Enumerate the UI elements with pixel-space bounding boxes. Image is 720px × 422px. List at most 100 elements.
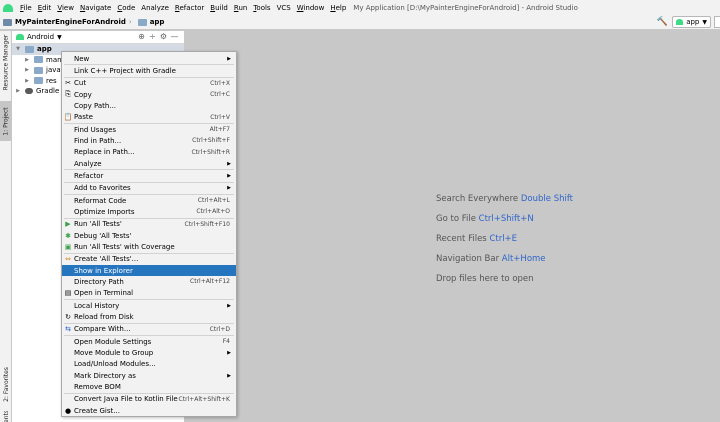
chevron-right-icon[interactable]: ▶ — [23, 67, 31, 73]
menu-item-load-unload-modules[interactable]: Load/Unload Modules... — [62, 359, 236, 370]
debug-icon: ✱ — [65, 231, 71, 240]
menu-item-directory-path[interactable]: Directory Path Ctrl+Alt+F12 — [62, 276, 236, 287]
menu-item-label: Reload from Disk — [74, 312, 134, 321]
menu-item-reload-from-disk[interactable]: ↻ Reload from Disk — [62, 311, 236, 322]
folder-icon — [34, 56, 43, 64]
menu-item-create-all-tests[interactable]: ⇔ Create 'All Tests'... — [62, 254, 236, 265]
submenu-arrow-icon: ▶ — [227, 172, 231, 179]
breadcrumb-module[interactable]: app — [135, 18, 164, 26]
run-config-selector[interactable]: app ▼ — [672, 16, 711, 28]
menu-item-label: Find Usages — [74, 125, 117, 134]
tree-item-label: app — [37, 45, 52, 54]
menu-item-label: Find in Path... — [74, 136, 122, 145]
menu-vcs[interactable]: VCS — [274, 4, 294, 12]
chevron-right-icon[interactable]: ▶ — [23, 78, 31, 84]
menu-item-compare-with[interactable]: ⇆ Compare With... Ctrl+D — [62, 324, 236, 335]
menu-view[interactable]: View — [54, 4, 77, 12]
editor-empty-area[interactable]: Search Everywhere Double Shift Go to File… — [186, 31, 720, 422]
clipboard-icon: 📋 — [63, 113, 73, 122]
menu-label: iew — [61, 3, 74, 12]
menu-item-run-all-tests-with-coverage[interactable]: ▣ Run 'All Tests' with Coverage — [62, 241, 236, 252]
menu-item-copy[interactable]: ⎘ Copy Ctrl+C — [62, 89, 236, 100]
folder-icon — [34, 66, 43, 74]
menu-item-shortcut: Ctrl+V — [210, 113, 230, 121]
hint-text: Navigation Bar — [436, 254, 500, 264]
menu-item-label: Create 'All Tests'... — [74, 255, 139, 264]
menu-help[interactable]: Help — [327, 4, 349, 12]
menu-item-add-to-favorites[interactable]: Add to Favorites ▶ — [62, 183, 236, 194]
menu-refactor[interactable]: Refactor — [172, 4, 207, 12]
collapse-all-icon[interactable]: ÷ — [147, 32, 158, 41]
menu-item-show-in-explorer[interactable]: Show in Explorer — [62, 264, 236, 277]
menu-item-label: Run 'All Tests' — [74, 220, 122, 229]
menu-run[interactable]: Run — [231, 4, 250, 12]
menu-item-shortcut: Ctrl+Alt+O — [196, 208, 230, 216]
menu-edit[interactable]: Edit — [35, 4, 55, 12]
android-icon — [676, 19, 684, 25]
submenu-arrow-icon: ▶ — [227, 55, 231, 62]
menu-item-convert-java-file-to-kotlin-file[interactable]: Convert Java File to Kotlin File Ctrl+Alt… — [62, 394, 236, 405]
tab-structure[interactable]: ents — [0, 411, 12, 422]
hint-text: Go to File — [436, 214, 476, 224]
tab-resource-manager[interactable]: Resource Manager — [0, 33, 12, 91]
menu-item-remove-bom[interactable]: Remove BOM — [62, 381, 236, 392]
compare-icon: ⇆ — [65, 325, 71, 334]
menu-item-open-in-terminal[interactable]: ▤ Open in Terminal — [62, 288, 236, 299]
navigation-bar: MyPainterEngineForAndroid › app 🔨 app ▼ — [0, 15, 720, 30]
menu-window[interactable]: Window — [294, 4, 328, 12]
project-folder-icon — [3, 18, 12, 26]
chevron-down-icon[interactable]: ▼ — [14, 46, 22, 52]
menu-item-replace-in-path[interactable]: Replace in Path... Ctrl+Shift+R — [62, 147, 236, 158]
window-title: My Application [D:\MyPainterEngineForAnd… — [353, 3, 578, 12]
gear-icon[interactable]: ⚙ — [158, 32, 169, 41]
menu-item-new[interactable]: New ▶ — [62, 53, 236, 64]
tree-item-label: res — [46, 76, 57, 85]
breadcrumb-project[interactable]: MyPainterEngineForAndroid — [0, 18, 126, 26]
menu-item-debug-all-tests[interactable]: ✱ Debug 'All Tests' — [62, 230, 236, 241]
tab-favorites[interactable]: 2: Favorites — [0, 361, 12, 407]
menu-item-analyze[interactable]: Analyze ▶ — [62, 158, 236, 169]
chevron-right-icon[interactable]: ▶ — [14, 88, 22, 94]
menu-item-shortcut: Ctrl+C — [210, 91, 230, 99]
scroll-from-source-icon[interactable]: ⊕ — [136, 32, 147, 41]
toolbar-right: 🔨 app ▼ — [656, 16, 720, 28]
menu-item-link-c-project-with-gradle[interactable]: Link C++ Project with Gradle — [62, 65, 236, 76]
menu-item-label: Open in Terminal — [74, 289, 134, 298]
chevron-down-icon: ▼ — [702, 18, 707, 26]
menu-bar: File Edit View Navigate Code Analyze Refactor B… — [0, 0, 720, 15]
menu-file[interactable]: File — [17, 4, 35, 12]
menu-item-copy-path[interactable]: Copy Path... — [62, 100, 236, 111]
menu-item-optimize-imports[interactable]: Optimize Imports Ctrl+Alt+O — [62, 206, 236, 217]
menu-item-find-in-path[interactable]: Find in Path... Ctrl+Shift+F — [62, 135, 236, 146]
submenu-arrow-icon: ▶ — [227, 185, 231, 192]
menu-item-reformat-code[interactable]: Reformat Code Ctrl+Alt+L — [62, 195, 236, 206]
menu-analyze[interactable]: Analyze — [138, 4, 172, 12]
reload-icon: ↻ — [65, 312, 71, 321]
menu-item-run-all-tests[interactable]: ▶ Run 'All Tests' Ctrl+Shift+F10 — [62, 219, 236, 230]
menu-item-paste[interactable]: 📋 Paste Ctrl+V — [62, 112, 236, 123]
menu-item-shortcut: Ctrl+Shift+F10 — [184, 220, 230, 228]
editor-hint: Navigation Bar Alt+Home — [436, 254, 546, 264]
menu-label: ode — [122, 3, 136, 12]
menu-item-local-history[interactable]: Local History ▶ — [62, 300, 236, 311]
menu-item-open-module-settings[interactable]: Open Module Settings F4 — [62, 336, 236, 347]
menu-tools[interactable]: Tools — [250, 4, 273, 12]
menu-item-refactor[interactable]: Refactor ▶ — [62, 170, 236, 181]
chevron-down-icon[interactable]: ▼ — [57, 34, 62, 41]
menu-code[interactable]: Code — [114, 4, 138, 12]
menu-item-mark-directory-as[interactable]: Mark Directory as ▶ — [62, 370, 236, 381]
menu-item-create-gist[interactable]: ● Create Gist... — [62, 405, 236, 416]
menu-build[interactable]: Build — [207, 4, 231, 12]
menu-item-cut[interactable]: ✂ Cut Ctrl+X — [62, 78, 236, 89]
menu-navigate[interactable]: Navigate — [77, 4, 114, 12]
device-selector[interactable] — [714, 16, 720, 28]
project-view-selector[interactable]: Android — [27, 33, 54, 41]
tab-project[interactable]: 1: Project — [0, 101, 12, 141]
menu-item-label: Paste — [74, 113, 93, 122]
tab-favorites-label: 2: Favorites — [2, 366, 10, 402]
menu-item-move-module-to-group[interactable]: Move Module to Group ▶ — [62, 347, 236, 358]
hide-icon[interactable]: — — [169, 32, 180, 41]
hammer-icon[interactable]: 🔨 — [656, 16, 668, 28]
menu-item-find-usages[interactable]: Find Usages Alt+F7 — [62, 124, 236, 135]
chevron-right-icon[interactable]: ▶ — [23, 57, 31, 63]
